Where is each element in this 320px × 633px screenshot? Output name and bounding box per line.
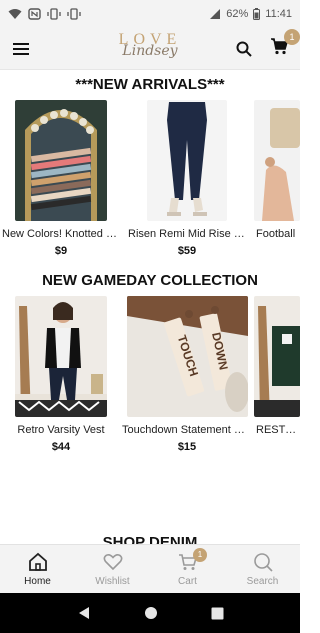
nav-search[interactable]: Search	[225, 552, 300, 587]
product-image	[15, 100, 107, 221]
cart-badge: 1	[284, 28, 300, 45]
product-image: TOUCH DOWN	[126, 296, 248, 417]
vibrate-icon	[47, 8, 61, 20]
recents-icon[interactable]	[211, 607, 224, 620]
app-header: LOVE Lindsey 1	[0, 28, 300, 70]
nav-home-label: Home	[24, 575, 51, 587]
battery-percent: 62%	[226, 8, 249, 20]
nav-cart-label: Cart	[178, 575, 197, 587]
nav-wishlist[interactable]: Wishlist	[75, 552, 150, 587]
product-price: $44	[51, 441, 71, 453]
product-card[interactable]: RESTOCK	[254, 296, 300, 441]
product-card[interactable]: New Colors! Knotted Hair Ties $9	[2, 100, 120, 257]
home-circle-icon[interactable]	[144, 606, 158, 620]
status-time: 11:41	[265, 8, 292, 20]
vibrate-icon	[67, 8, 81, 20]
product-card[interactable]: Football	[254, 100, 300, 245]
product-image	[254, 100, 300, 221]
product-price: $9	[54, 245, 68, 257]
header-actions: 1	[236, 28, 300, 60]
product-card[interactable]: Retro Varsity Vest $44	[2, 296, 120, 453]
product-image	[147, 100, 227, 221]
product-card[interactable]: TOUCH DOWN Touchdown Statement Earrings …	[122, 296, 252, 453]
battery-icon	[253, 8, 261, 20]
section-title-new-arrivals: ***NEW ARRIVALS***	[75, 76, 225, 93]
home-icon	[28, 552, 48, 572]
product-name: New Colors! Knotted Hair Ties	[2, 228, 120, 240]
status-left-icons	[8, 8, 81, 20]
nav-wishlist-label: Wishlist	[95, 575, 130, 587]
nav-search-label: Search	[246, 575, 279, 587]
brand-logo[interactable]: LOVE Lindsey	[108, 28, 192, 70]
heart-icon	[103, 552, 123, 572]
product-price: $59	[177, 245, 197, 257]
product-name: Touchdown Statement Earrings	[122, 424, 252, 436]
search-icon	[253, 552, 273, 572]
product-image	[254, 296, 300, 417]
back-icon[interactable]	[77, 606, 91, 620]
bottom-nav: Home Wishlist 1 Cart Search	[0, 544, 300, 593]
status-right: 62% 11:41	[209, 8, 292, 20]
product-name: Football	[256, 228, 296, 240]
search-icon[interactable]	[236, 41, 252, 57]
nav-cart-badge: 1	[193, 547, 207, 562]
product-name: RESTOCK	[256, 424, 300, 436]
product-name: Risen Remi Mid Rise Jeans	[128, 228, 246, 240]
nfc-icon	[28, 8, 41, 20]
product-price: $15	[177, 441, 197, 453]
nav-home[interactable]: Home	[0, 552, 75, 587]
status-bar: 62% 11:41	[0, 0, 300, 28]
system-nav-bar	[0, 593, 300, 633]
product-card[interactable]: Risen Remi Mid Rise Jeans $59	[128, 100, 246, 257]
signal-icon	[209, 8, 221, 20]
product-name: Retro Varsity Vest	[17, 424, 105, 436]
wifi-icon	[8, 8, 22, 20]
section-title-gameday: NEW GAMEDAY COLLECTION	[42, 272, 258, 289]
nav-cart[interactable]: 1 Cart	[150, 547, 225, 587]
cart-button[interactable]: 1	[270, 28, 300, 60]
product-image	[15, 296, 107, 417]
menu-icon[interactable]	[12, 42, 30, 56]
